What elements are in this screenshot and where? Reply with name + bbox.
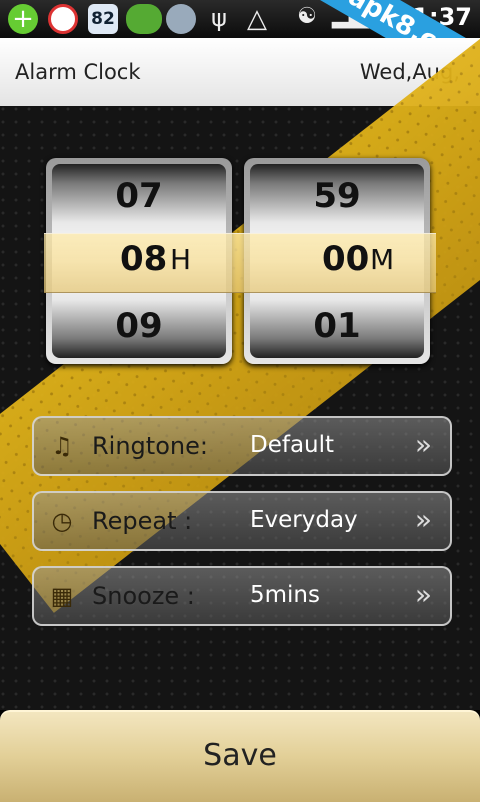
snooze-row[interactable]: ▦ Snooze : 5mins »: [32, 566, 452, 626]
repeat-label: Repeat :: [92, 507, 193, 535]
clock-icon: ◷: [51, 507, 73, 535]
minute-prev[interactable]: 59: [244, 176, 430, 216]
minute-selected[interactable]: 00: [322, 239, 369, 279]
save-button-label: Save: [203, 738, 277, 773]
plus-icon: +: [8, 4, 38, 34]
save-button[interactable]: Save: [0, 710, 480, 802]
hour-prev[interactable]: 07: [46, 176, 232, 216]
ringtone-row[interactable]: ♫ Ringtone: Default »: [32, 416, 452, 476]
snooze-value: 5mins: [250, 582, 320, 608]
chevron-right-icon: »: [414, 428, 432, 461]
music-note-icon: ♫: [51, 432, 73, 460]
gear-icon: [166, 4, 196, 34]
minute-next[interactable]: 01: [244, 306, 430, 346]
hour-next[interactable]: 09: [46, 306, 232, 346]
usb-icon: ψ: [211, 4, 227, 32]
minute-unit-label: M: [370, 243, 395, 276]
calendar-icon: ▦: [50, 582, 74, 610]
ringtone-value: Default: [250, 432, 335, 458]
battery-82-icon: 82: [88, 4, 118, 34]
clock-badge-icon: [48, 4, 78, 34]
snooze-label: Snooze :: [92, 582, 195, 610]
wifi-icon: ☯: [297, 4, 317, 29]
chevron-right-icon: »: [414, 578, 432, 611]
ringtone-label: Ringtone:: [92, 432, 208, 460]
repeat-row[interactable]: ◷ Repeat : Everyday »: [32, 491, 452, 551]
page-title: Alarm Clock: [15, 60, 141, 84]
pea-icon: [126, 4, 162, 34]
warning-icon: △: [247, 4, 267, 34]
hour-selected[interactable]: 08: [120, 239, 167, 279]
repeat-value: Everyday: [250, 507, 358, 533]
chevron-right-icon: »: [414, 503, 432, 536]
hour-unit-label: H: [170, 243, 192, 276]
